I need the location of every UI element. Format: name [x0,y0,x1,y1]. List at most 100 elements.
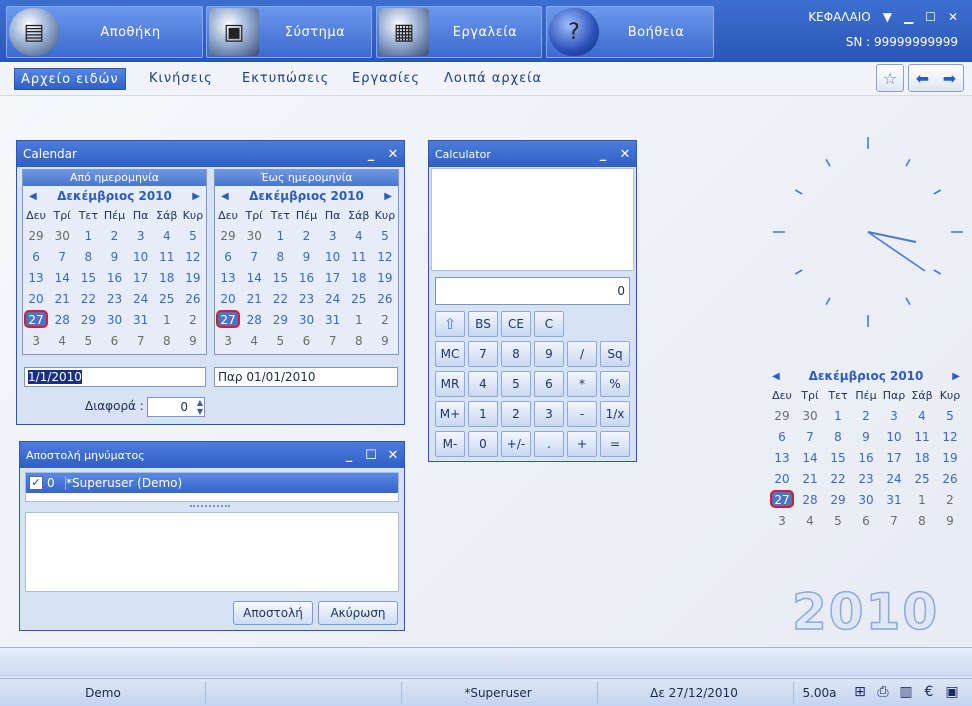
menu-item-prints[interactable]: Εκτυπώσεις [236,68,335,90]
day-cell[interactable]: 8 [908,511,936,532]
day-cell[interactable]: 1 [346,310,372,331]
day-cell[interactable]: 15 [267,268,293,289]
day-cell[interactable]: 14 [241,268,267,289]
day-cell[interactable]: 30 [101,310,127,331]
day-cell[interactable]: 30 [49,226,75,247]
day-cell[interactable]: 3 [215,331,241,352]
calc-key[interactable]: M+ [435,401,465,427]
day-cell[interactable]: 9 [101,247,127,268]
day-cell[interactable]: 5 [824,511,852,532]
day-cell[interactable]: 31 [320,310,346,331]
calc-key[interactable]: BS [468,311,498,337]
day-cell[interactable]: 6 [852,511,880,532]
today-cell[interactable]: 27 [215,310,241,331]
day-cell[interactable]: 15 [824,448,852,469]
day-cell[interactable]: 12 [936,427,964,448]
day-cell[interactable]: 28 [241,310,267,331]
day-cell[interactable]: 21 [49,289,75,310]
difference-spinner[interactable]: 0 ▲ ▼ [147,397,205,417]
day-cell[interactable]: 6 [215,247,241,268]
day-cell[interactable]: 4 [49,331,75,352]
close-icon[interactable]: ✕ [614,147,636,162]
day-cell[interactable]: 3 [320,226,346,247]
message-titlebar[interactable]: Αποστολή μηνύματος _ ☐ ✕ [20,442,404,468]
day-cell[interactable]: 4 [241,331,267,352]
day-cell[interactable]: 13 [23,268,49,289]
day-cell[interactable]: 1 [267,226,293,247]
day-cell[interactable]: 29 [768,406,796,427]
calc-key[interactable]: - [567,401,597,427]
day-cell[interactable]: 9 [293,247,319,268]
calc-key[interactable]: 3 [534,401,564,427]
calc-key[interactable]: 6 [534,371,564,397]
day-cell[interactable]: 19 [180,268,206,289]
day-cell[interactable]: 8 [154,331,180,352]
day-cell[interactable]: 28 [796,490,824,511]
minimize-icon[interactable]: ▁ [904,10,913,24]
day-cell[interactable]: 5 [267,331,293,352]
day-cell[interactable]: 14 [49,268,75,289]
day-cell[interactable]: 6 [768,427,796,448]
day-cell[interactable]: 1 [75,226,101,247]
from-date-input[interactable]: 1/1/2010 [24,367,206,387]
day-cell[interactable]: 17 [320,268,346,289]
calc-key[interactable]: MR [435,371,465,397]
menu-item-items-file[interactable]: Αρχείο ειδών [14,68,126,90]
day-cell[interactable]: 3 [23,331,49,352]
day-cell[interactable]: 26 [936,469,964,490]
euro-icon[interactable]: € [921,683,937,701]
day-cell[interactable]: 7 [49,247,75,268]
day-cell[interactable]: 2 [936,490,964,511]
day-cell[interactable]: 4 [346,226,372,247]
spinner-arrows-icon[interactable]: ▲ ▼ [197,398,203,416]
day-cell[interactable]: 20 [768,469,796,490]
close-icon[interactable]: ✕ [948,10,958,24]
menu-item-other-files[interactable]: Λοιπά αρχεία [438,68,548,90]
day-cell[interactable]: 19 [936,448,964,469]
favorite-star-button[interactable]: ☆ [876,64,904,92]
day-cell[interactable]: 7 [796,427,824,448]
prev-month-icon[interactable]: ◀ [221,191,229,202]
day-cell[interactable]: 29 [824,490,852,511]
today-cell[interactable]: 27 [768,490,796,511]
calc-key[interactable]: CE [501,311,531,337]
day-cell[interactable]: 29 [215,226,241,247]
minimize-icon[interactable]: _ [592,147,614,162]
prev-month-icon[interactable]: ◀ [29,191,37,202]
day-cell[interactable]: 10 [880,427,908,448]
day-cell[interactable]: 9 [372,331,398,352]
day-cell[interactable]: 19 [372,268,398,289]
day-cell[interactable]: 8 [824,427,852,448]
system-button[interactable]: ▣ Σύστημα [206,6,372,58]
printer-icon[interactable]: ⎙ [875,683,891,701]
next-month-icon[interactable]: ▶ [384,191,392,202]
day-cell[interactable]: 26 [372,289,398,310]
day-cell[interactable]: 16 [852,448,880,469]
day-cell[interactable]: 31 [880,490,908,511]
day-cell[interactable]: 24 [320,289,346,310]
splitter-handle[interactable] [190,505,230,508]
calc-key[interactable]: Sq [600,341,630,367]
day-cell[interactable]: 16 [293,268,319,289]
dropdown-icon[interactable]: ▼ [883,10,892,24]
day-cell[interactable]: 11 [346,247,372,268]
calc-key[interactable]: 5 [501,371,531,397]
day-cell[interactable]: 26 [180,289,206,310]
calc-key[interactable]: 4 [468,371,498,397]
to-date-input[interactable]: Παρ 01/01/2010 [214,367,398,387]
day-cell[interactable]: 23 [293,289,319,310]
day-cell[interactable]: 29 [23,226,49,247]
maximize-icon[interactable]: ☐ [925,10,936,24]
day-cell[interactable]: 4 [796,511,824,532]
day-cell[interactable]: 2 [101,226,127,247]
day-cell[interactable]: 9 [936,511,964,532]
day-cell[interactable]: 8 [75,247,101,268]
calc-key[interactable]: * [567,371,597,397]
help-button[interactable]: ? Βοήθεια [546,6,714,58]
back-arrow-icon[interactable]: ⬅ [916,69,929,88]
calc-key[interactable]: . [534,431,564,457]
day-cell[interactable]: 5 [936,406,964,427]
day-cell[interactable]: 2 [852,406,880,427]
calendar-titlebar[interactable]: Calendar _ ✕ [17,141,404,167]
cancel-button[interactable]: Ακύρωση [318,601,398,625]
